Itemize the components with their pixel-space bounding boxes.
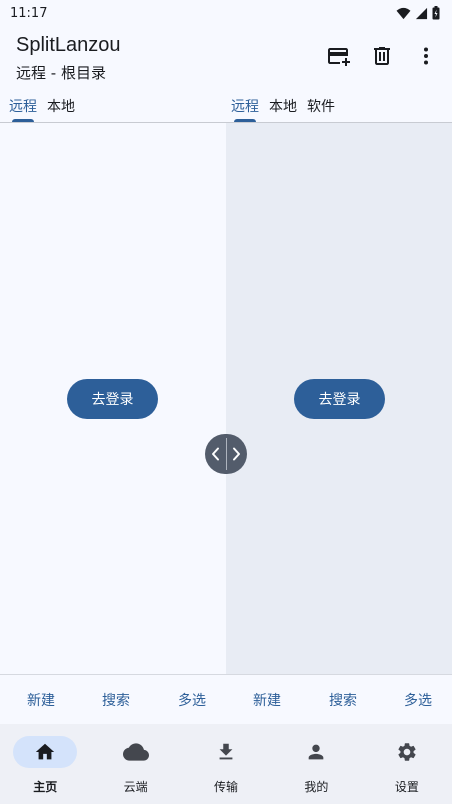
split-drag-handle[interactable] <box>205 434 247 474</box>
right-search-button[interactable]: 搜索 <box>329 690 357 710</box>
app-subtitle: 远程 - 根目录 <box>16 64 106 82</box>
left-new-button[interactable]: 新建 <box>27 690 55 710</box>
right-pane-tabs: 远程 本地 软件 <box>231 92 345 123</box>
nav-label-home: 主页 <box>33 780 58 794</box>
left-search-button[interactable]: 搜索 <box>102 690 130 710</box>
tab-left-remote[interactable]: 远程 <box>9 92 37 123</box>
split-handle-divider <box>225 438 227 470</box>
app-bar: SplitLanzou 远程 - 根目录 <box>0 26 452 88</box>
person-icon <box>309 744 324 760</box>
chevron-right-icon <box>233 447 240 461</box>
more-options-button[interactable] <box>406 38 446 74</box>
nav-label-transfer: 传输 <box>214 780 239 794</box>
chevron-left-icon <box>212 447 219 461</box>
delete-button[interactable] <box>362 38 402 74</box>
app-actions <box>318 38 446 74</box>
tab-right-local[interactable]: 本地 <box>269 92 297 123</box>
right-new-button[interactable]: 新建 <box>253 690 281 710</box>
bottom-navigation: 主页 云端 传输 我的 设置 <box>0 724 452 804</box>
add-card-icon <box>328 48 350 66</box>
left-pane-tabs: 远程 本地 <box>9 92 85 123</box>
nav-active-indicator <box>13 736 78 768</box>
cloud-icon <box>122 743 149 761</box>
left-pane-actions: 新建 搜索 多选 <box>0 674 226 724</box>
app-title: SplitLanzou <box>16 34 121 56</box>
nav-label-cloud: 云端 <box>123 780 148 794</box>
settings-icon <box>398 743 416 761</box>
status-time: 11:17 <box>10 5 48 21</box>
left-pane: 去登录 <box>0 123 226 674</box>
tab-left-local[interactable]: 本地 <box>47 92 75 123</box>
right-pane-actions: 新建 搜索 多选 <box>226 674 452 724</box>
battery-icon <box>432 6 440 20</box>
nav-item-transfer[interactable]: 传输 <box>181 724 271 804</box>
delete-icon <box>374 47 390 65</box>
home-icon <box>36 743 55 760</box>
tab-right-remote[interactable]: 远程 <box>231 92 259 123</box>
signal-icon <box>415 7 428 19</box>
download-icon <box>219 743 233 760</box>
nav-item-settings[interactable]: 设置 <box>362 724 452 804</box>
left-multiselect-button[interactable]: 多选 <box>178 690 206 710</box>
nav-item-cloud[interactable]: 云端 <box>90 724 180 804</box>
nav-item-home[interactable]: 主页 <box>0 724 90 804</box>
nav-label-mine: 我的 <box>304 780 329 794</box>
nav-label-settings: 设置 <box>394 780 419 794</box>
left-login-button[interactable]: 去登录 <box>67 379 158 419</box>
nav-item-mine[interactable]: 我的 <box>271 724 361 804</box>
wifi-icon <box>396 7 411 19</box>
status-bar: 11:17 <box>0 0 452 26</box>
more-vert-icon <box>424 47 428 65</box>
add-card-button[interactable] <box>318 38 358 74</box>
right-login-button[interactable]: 去登录 <box>294 379 385 419</box>
right-multiselect-button[interactable]: 多选 <box>404 690 432 710</box>
right-pane: 去登录 <box>226 123 452 674</box>
status-icons <box>396 6 440 20</box>
tab-right-software[interactable]: 软件 <box>307 92 335 123</box>
